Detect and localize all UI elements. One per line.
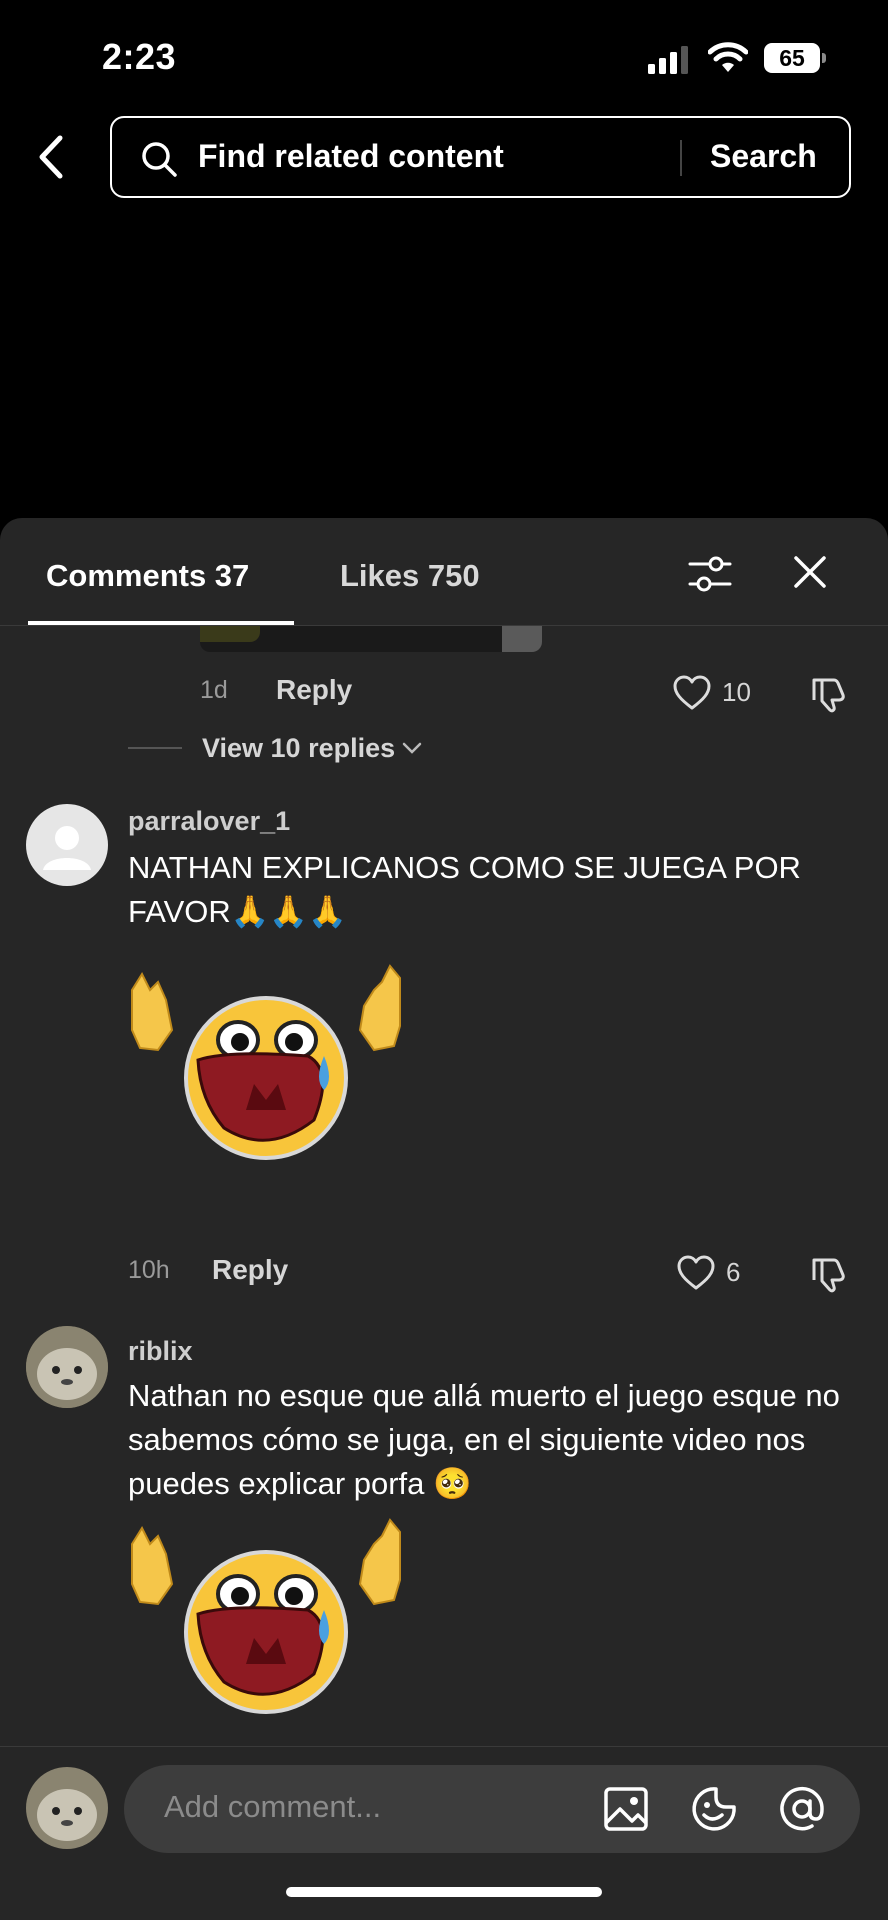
view-replies-button[interactable]: View 10 replies (128, 728, 423, 768)
search-placeholder: Find related content (198, 138, 504, 174)
close-icon[interactable] (792, 552, 828, 592)
mention-icon[interactable] (778, 1785, 826, 1833)
status-time: 2:23 (102, 36, 177, 77)
reply-button[interactable]: Reply (276, 674, 352, 706)
back-arrow-icon[interactable] (30, 132, 74, 182)
signal-icon (648, 46, 688, 74)
add-comment-input[interactable]: Add comment... (124, 1765, 860, 1853)
tab-comments[interactable]: Comments 37 (46, 558, 249, 594)
tab-likes[interactable]: Likes 750 (340, 558, 480, 594)
previous-comment-image[interactable] (200, 626, 542, 652)
crying-face-sticker[interactable] (128, 1514, 404, 1714)
comment-text: Nathan no esque que allá muerto el juego… (128, 1378, 840, 1501)
comment-composer: Add comment... (0, 1747, 888, 1920)
avatar[interactable] (26, 804, 108, 886)
heart-icon[interactable] (676, 1254, 716, 1292)
filter-icon[interactable] (688, 552, 732, 596)
comment-text: NATHAN EXPLICANOS COMO SE JUEGA POR FAVO… (128, 850, 801, 929)
reply-button[interactable]: Reply (212, 1254, 288, 1286)
comment-username[interactable]: riblix (128, 1336, 193, 1367)
search-button[interactable]: Search (710, 138, 817, 175)
comment-username[interactable]: parralover_1 (128, 806, 290, 837)
comment-time: 1d (200, 676, 228, 704)
heart-icon[interactable] (672, 674, 712, 712)
battery-indicator: 65 (764, 43, 826, 73)
crying-face-sticker[interactable] (128, 960, 404, 1160)
search-divider (680, 140, 682, 176)
chevron-down-icon (402, 742, 422, 754)
comments-list[interactable]: 1d Reply 10 View 10 replies parralover_1… (0, 626, 888, 1766)
search-icon (142, 142, 177, 177)
view-replies-line (128, 747, 182, 749)
cat-avatar-image (26, 1767, 108, 1849)
like-count: 10 (722, 677, 751, 707)
search-input[interactable]: Find related content Search (110, 116, 851, 198)
comments-sheet: Comments 37 Likes 750 1d Reply 10 View 1… (0, 518, 888, 1920)
cat-avatar-image (26, 1326, 108, 1408)
status-bar: 2:23 65 (0, 0, 888, 110)
avatar[interactable] (26, 1326, 108, 1408)
my-avatar[interactable] (26, 1767, 108, 1849)
default-avatar-icon (43, 826, 91, 870)
dislike-icon[interactable] (808, 1254, 848, 1294)
view-replies-label: View 10 replies (202, 732, 396, 763)
dislike-icon[interactable] (808, 674, 848, 714)
sheet-tabs: Comments 37 Likes 750 (0, 518, 888, 626)
image-icon[interactable] (602, 1785, 650, 1833)
comment-time: 10h (128, 1256, 170, 1284)
like-count: 6 (726, 1257, 741, 1287)
wifi-icon (708, 42, 748, 72)
emoji-icon[interactable] (690, 1785, 738, 1833)
add-comment-placeholder: Add comment... (164, 1789, 382, 1824)
home-indicator (286, 1887, 602, 1897)
